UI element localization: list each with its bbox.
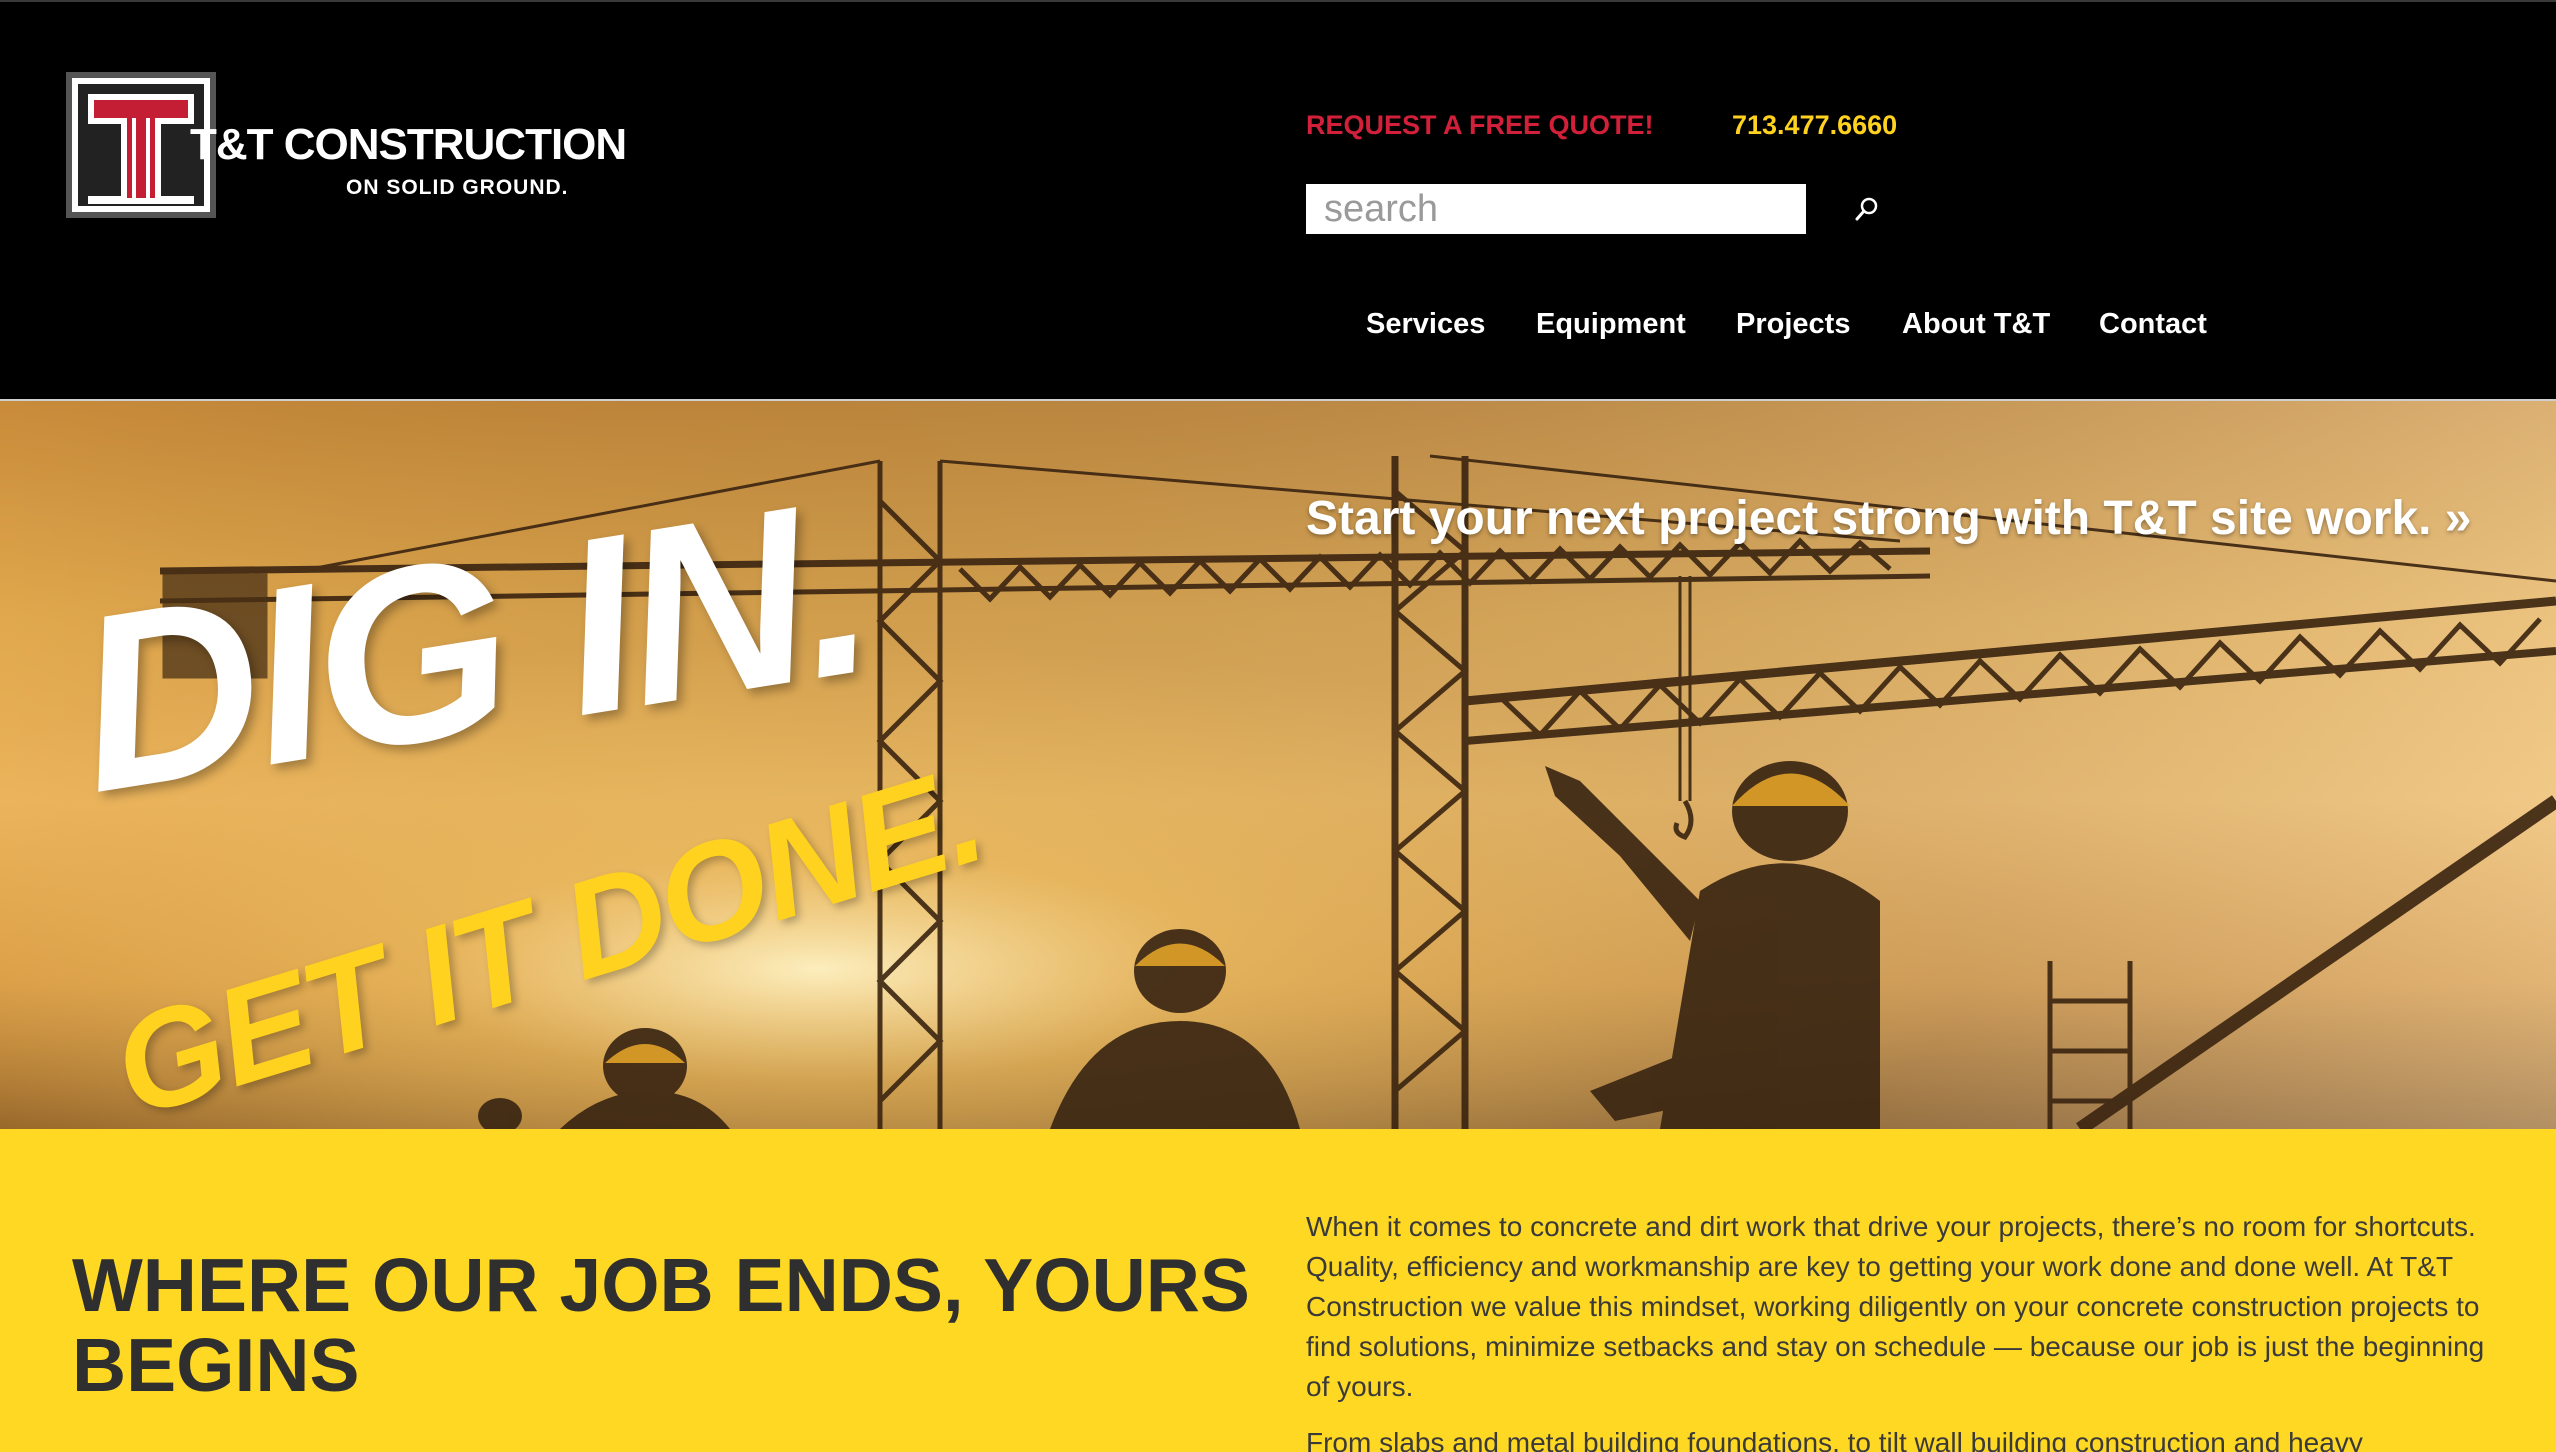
- body-paragraph: When it comes to concrete and dirt work …: [1306, 1211, 2485, 1402]
- section-body: When it comes to concrete and dirt work …: [1306, 1207, 2486, 1452]
- body-paragraph: From slabs and metal building foundation…: [1306, 1427, 2363, 1452]
- phone-link[interactable]: 713.477.6660: [1732, 110, 1897, 141]
- site-logo[interactable]: T&T CONSTRUCTION ON SOLID GROUND.: [66, 72, 627, 222]
- site-header: T&T CONSTRUCTION ON SOLID GROUND. REQUES…: [0, 0, 2556, 401]
- nav-item-projects[interactable]: Projects: [1736, 308, 1850, 341]
- logo-tagline: ON SOLID GROUND.: [346, 176, 569, 199]
- hero-banner: Start your next project strong with T&T …: [0, 401, 2556, 1129]
- section-heading: WHERE OUR JOB ENDS, YOURS BEGINS: [72, 1243, 1250, 1407]
- nav-item-equipment[interactable]: Equipment: [1536, 308, 1686, 341]
- nav-item-contact[interactable]: Contact: [2099, 308, 2207, 341]
- hero-cta-link[interactable]: Start your next project strong with T&T …: [1306, 491, 2472, 546]
- nav-item-about[interactable]: About T&T: [1902, 308, 2050, 341]
- nav-item-services[interactable]: Services: [1366, 308, 1485, 341]
- intro-section: WHERE OUR JOB ENDS, YOURS BEGINS When it…: [0, 1129, 2556, 1452]
- logo-company-name: T&T CONSTRUCTION: [190, 120, 627, 169]
- request-quote-link[interactable]: REQUEST A FREE QUOTE!: [1306, 110, 1654, 141]
- search-icon: [1855, 197, 1878, 221]
- search-button[interactable]: [1850, 192, 1884, 226]
- search-input[interactable]: [1306, 184, 1806, 234]
